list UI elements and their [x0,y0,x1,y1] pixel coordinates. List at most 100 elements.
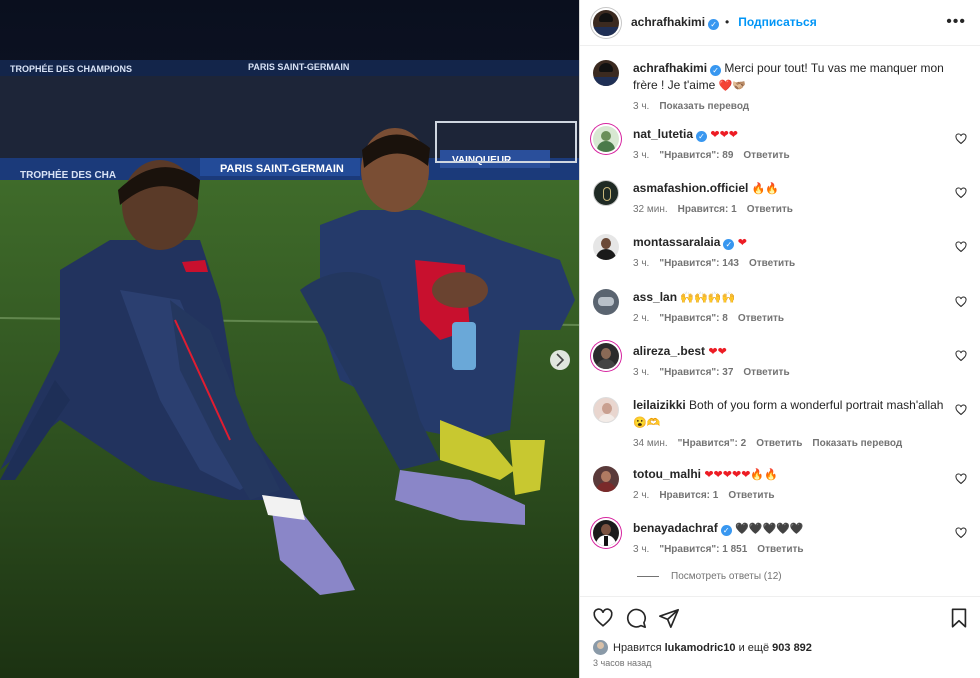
avatar[interactable] [593,466,619,492]
comment-item: montassaralaia ✓ ❤ 3 ч. "Нравится": 143 Отв… [593,234,967,269]
comment-item: nat_lutetia ✓ ❤❤❤ 3 ч. "Нравится": 89 Ответ… [593,126,967,161]
comment-text: 🖤🖤🖤🖤🖤 [735,523,804,535]
heart-icon[interactable] [955,296,967,308]
comment-likes[interactable]: "Нравится": 89 [659,150,733,161]
post-sidebar: achrafhakimi ✓ • Подписаться ••• achrafhaki… [579,0,980,678]
reply-button[interactable]: Ответить [738,313,784,324]
avatar[interactable] [593,9,619,36]
follow-button[interactable]: Подписаться [738,15,816,29]
likes-count[interactable]: 903 892 [772,642,812,654]
comment-username[interactable]: benayadachraf [633,521,718,535]
bookmark-icon[interactable] [948,607,970,629]
comment-text: ❤❤❤❤❤🔥🔥 [704,469,778,481]
comment-likes[interactable]: "Нравится": 8 [659,313,728,324]
banner-text-1: TROPHÉE DES CHAMPIONS [10,64,132,74]
avatar[interactable] [593,640,608,655]
likes-suffix: и ещё [738,641,770,654]
comment-item: benayadachraf ✓ 🖤🖤🖤🖤🖤 3 ч. "Нравится": 1 8… [593,520,967,555]
comment-likes[interactable]: "Нравится": 143 [659,258,739,269]
avatar[interactable] [593,180,619,206]
comment-time: 2 ч. [633,490,650,501]
comment-icon[interactable] [625,607,647,629]
avatar[interactable] [593,520,619,546]
avatar[interactable] [593,289,619,315]
heart-icon[interactable] [955,527,967,539]
caption-username[interactable]: achrafhakimi [633,61,707,75]
header-username[interactable]: achrafhakimi [631,15,705,29]
comment-time: 34 мин. [633,438,668,449]
avatar[interactable] [593,126,619,152]
reply-button[interactable]: Ответить [747,204,793,215]
chevron-right-icon[interactable] [550,350,570,370]
comment-username[interactable]: nat_lutetia [633,127,693,141]
comment-time: 3 ч. [633,367,650,378]
comments-list[interactable]: achrafhakimi ✓ Merci pour tout! Tu vas me… [580,46,980,596]
verified-icon: ✓ [710,65,722,76]
comment-time: 2 ч. [633,313,650,324]
heart-icon[interactable] [955,187,967,199]
comment-item: ass_lan 🙌🙌🙌🙌 2 ч. "Нравится": 8 Ответить [593,289,967,324]
view-replies-button[interactable]: Посмотреть ответы (12) [637,571,782,582]
likes-user[interactable]: lukamodric10 [665,642,736,654]
banner-text-2: PARIS SAINT-GERMAIN [248,62,349,72]
comment-username[interactable]: totou_malhi [633,467,701,481]
comment-likes[interactable]: Нравится: 1 [678,204,737,215]
comment-likes[interactable]: "Нравится": 1 851 [659,544,747,555]
verified-icon: ✓ [696,131,708,142]
comment-username[interactable]: asmafashion.officiel [633,181,748,195]
separator-dot: • [725,15,730,29]
verified-icon: ✓ [720,525,732,536]
view-replies-label: Посмотреть ответы (12) [671,571,782,582]
comment-time: 3 ч. [633,150,650,161]
comment-text: ❤❤❤ [710,129,739,141]
comment-username[interactable]: montassaralaia [633,235,720,249]
translate-link[interactable]: Показать перевод [659,101,749,112]
caption: achrafhakimi ✓ Merci pour tout! Tu vas me… [593,60,967,112]
avatar[interactable] [593,60,619,86]
banner-text-4: TROPHÉE DES CHA [20,168,116,181]
heart-icon[interactable] [955,241,967,253]
share-icon[interactable] [658,607,680,629]
post-photo[interactable]: TROPHÉE DES CHAMPIONS PARIS SAINT-GERMAI… [0,0,579,678]
comment-likes[interactable]: "Нравится": 2 [678,438,747,449]
post-header: achrafhakimi ✓ • Подписаться ••• [580,0,980,46]
comment-text: ❤ [737,237,747,249]
post-image: TROPHÉE DES CHAMPIONS PARIS SAINT-GERMAI… [0,0,579,678]
heart-icon[interactable] [955,133,967,145]
avatar[interactable] [593,397,619,423]
comment-time: 32 мин. [633,204,668,215]
banner-text-5: VAINQUEUR [452,155,512,166]
banner-text-3: PARIS SAINT-GERMAIN [220,163,344,175]
reply-button[interactable]: Ответить [749,258,795,269]
heart-icon[interactable] [955,473,967,485]
reply-button[interactable]: Ответить [743,150,789,161]
comment-text: Both of you form a wonderful portrait ma… [689,398,944,412]
comment-text: ❤❤ [708,346,727,358]
avatar[interactable] [593,343,619,369]
heart-icon[interactable] [592,607,614,629]
reply-button[interactable]: Ответить [743,367,789,378]
verified-icon: ✓ [708,19,720,30]
heart-icon[interactable] [955,350,967,362]
comment-username[interactable]: alireza_.best [633,344,705,358]
comment-text: 🔥🔥 [751,183,780,195]
comment-username[interactable]: leilaizikki [633,398,686,412]
more-options-icon[interactable]: ••• [946,14,966,30]
comment-username[interactable]: ass_lan [633,290,677,304]
likes-summary[interactable]: Нравится lukamodric10 и ещё 903 892 [593,640,812,655]
reply-button[interactable]: Ответить [757,544,803,555]
action-bar [580,596,980,640]
verified-icon: ✓ [723,239,735,250]
reply-button[interactable]: Ответить [756,438,802,449]
comment-item: totou_malhi ❤❤❤❤❤🔥🔥 2 ч. Нравится: 1 Ответ… [593,466,967,501]
post-time[interactable]: 3 часов назад [593,658,651,668]
translate-link[interactable]: Показать перевод [812,438,902,449]
reply-button[interactable]: Ответить [728,490,774,501]
comment-item: leilaizikki Both of you form a wonderful… [593,397,967,449]
comment-likes[interactable]: Нравится: 1 [659,490,718,501]
comment-likes[interactable]: "Нравится": 37 [659,367,733,378]
avatar[interactable] [593,234,619,260]
comment-item: alireza_.best ❤❤ 3 ч. "Нравится": 37 Ответ… [593,343,967,378]
heart-icon[interactable] [955,404,967,416]
comment-item: asmafashion.officiel 🔥🔥 32 мин. Нравится:… [593,180,967,215]
